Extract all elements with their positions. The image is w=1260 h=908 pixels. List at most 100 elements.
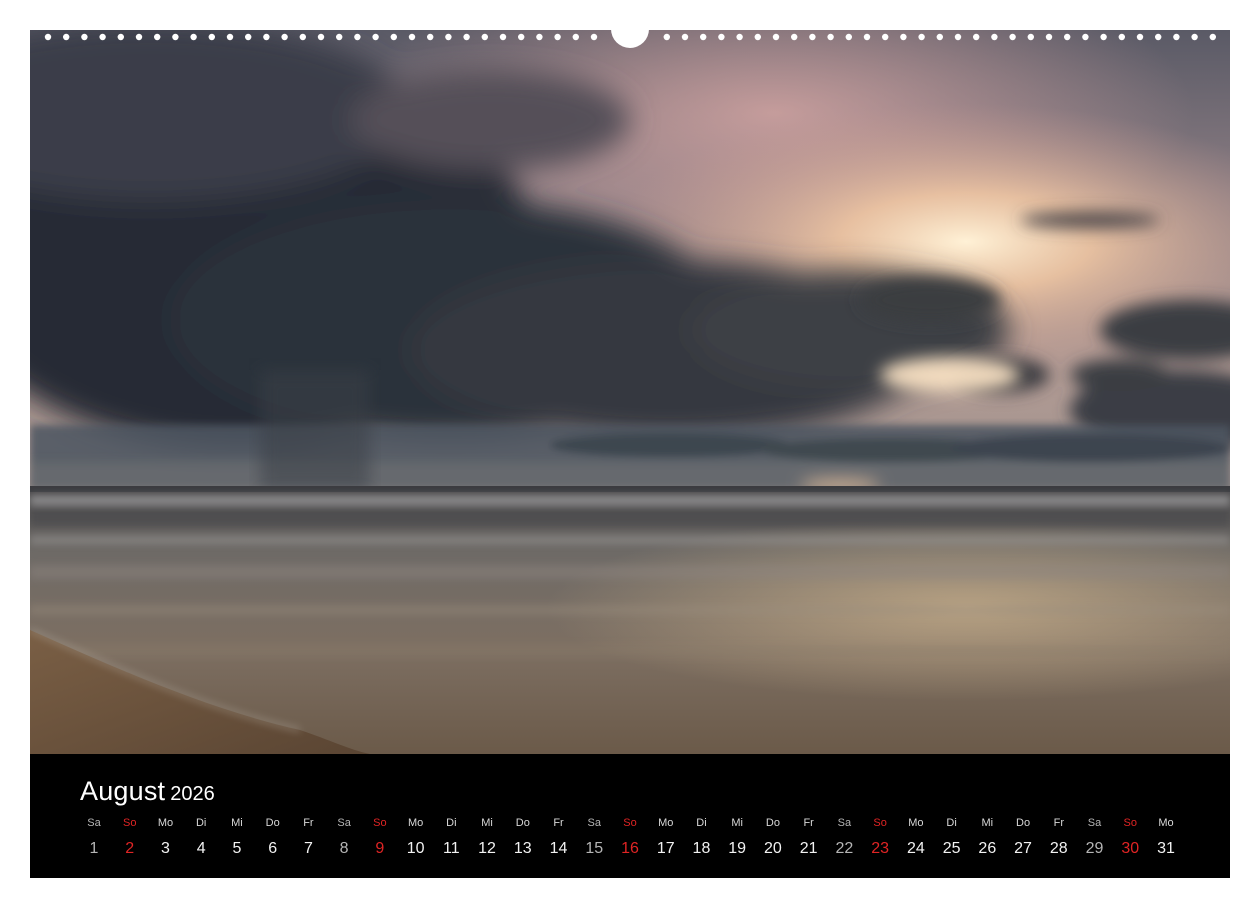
binding-hole <box>900 33 907 41</box>
day-cell: Di 25 <box>934 816 970 859</box>
weekday-label: So <box>873 817 887 829</box>
day-number: 27 <box>1014 840 1032 857</box>
day-number: 20 <box>764 840 782 857</box>
binding-hole <box>936 33 943 41</box>
binding-hole <box>445 33 452 41</box>
weekday-label: Sa <box>837 817 852 829</box>
binding-hole <box>845 33 852 41</box>
day-cell: Do 20 <box>755 816 791 859</box>
binding-hole <box>1155 33 1162 41</box>
day-cell: Sa 29 <box>1077 816 1113 859</box>
day-cell: Do 27 <box>1005 816 1041 859</box>
day-cell: Sa 22 <box>826 816 862 859</box>
binding-hole <box>973 33 980 41</box>
weekday-label: Fr <box>803 817 814 829</box>
month-name: August <box>80 776 166 806</box>
binding-hole <box>663 33 670 41</box>
weekday-label: So <box>1123 817 1137 829</box>
binding-hole <box>718 33 725 41</box>
binding-hole <box>736 33 743 41</box>
binding-hole <box>791 33 798 41</box>
weekday-label: Mo <box>1158 817 1174 829</box>
stormy-seascape-image <box>30 30 1230 754</box>
day-cell: Mo 3 <box>147 816 183 859</box>
binding-hole <box>408 33 416 41</box>
day-number: 8 <box>339 840 349 857</box>
binding-hole <box>1209 33 1217 41</box>
day-number: 21 <box>799 840 818 857</box>
day-number: 6 <box>268 840 278 857</box>
binding-hole <box>154 33 161 41</box>
weekday-label: Mo <box>407 817 424 829</box>
binding-hole <box>99 33 106 41</box>
binding-hole <box>882 33 889 41</box>
day-cell: Mo 10 <box>398 816 434 859</box>
day-number: 16 <box>621 840 639 857</box>
weekday-label: Mi <box>231 817 243 829</box>
binding-hole <box>863 33 871 41</box>
binding-hole <box>1027 33 1034 41</box>
binding-hole <box>263 33 270 41</box>
binding-hole <box>63 33 70 41</box>
day-cell: So 23 <box>862 816 898 859</box>
day-cell: Mi 19 <box>719 816 755 859</box>
day-row: Sa 1 So 2 Mo 3 Di 4 Mi 5 Do 6 Fr 7 Sa 8 So 9 Mo 10 Di 11 Mi 12 D… <box>76 816 1196 876</box>
weekday-label: Mi <box>731 817 743 829</box>
day-cell: Fr 14 <box>541 816 577 859</box>
calendar-strip: August 2026 Sa 1 So 2 Mo 3 Di 4 Mi 5 Do 6 Fr 7 Sa 8 So 9 Mo… <box>30 754 1230 878</box>
binding-hole <box>1100 33 1107 41</box>
weekday-label: Fr <box>553 817 564 829</box>
day-cell: So 30 <box>1112 816 1148 859</box>
binding-hole <box>44 33 52 41</box>
day-number: 4 <box>196 840 206 857</box>
binding-hole <box>1191 33 1198 41</box>
day-number: 2 <box>125 840 135 857</box>
binding-hole <box>1173 33 1180 41</box>
weekday-label: Di <box>946 817 957 829</box>
day-cell: So 9 <box>362 816 398 859</box>
binding-hole <box>135 33 143 41</box>
day-number: 15 <box>585 840 604 857</box>
day-cell: Mi 26 <box>969 816 1005 859</box>
day-number: 9 <box>375 840 385 857</box>
day-cell: So 2 <box>112 816 148 859</box>
day-cell: Mo 24 <box>898 816 934 859</box>
weekday-label: Di <box>446 817 457 829</box>
weekday-label: Mo <box>908 817 924 829</box>
binding-hole <box>336 33 343 41</box>
binding-hole <box>317 33 325 41</box>
day-number: 22 <box>835 840 854 857</box>
weekday-label: Fr <box>1053 817 1064 829</box>
binding-hole <box>1064 33 1071 41</box>
weekday-label: Sa <box>587 817 601 829</box>
weekday-label: Do <box>515 817 530 829</box>
binding-hole <box>299 33 306 41</box>
binding-hole <box>245 33 252 41</box>
day-cell: Sa 8 <box>326 816 362 859</box>
binding-hole <box>390 33 397 41</box>
day-number: 10 <box>406 840 425 857</box>
day-cell: Fr 28 <box>1041 816 1077 859</box>
binding-hole <box>499 33 507 41</box>
binding-hole <box>1118 33 1126 41</box>
weekday-label: Di <box>696 817 707 829</box>
binding-hole <box>681 33 689 41</box>
day-number: 1 <box>89 840 99 857</box>
day-cell: Fr 21 <box>791 816 827 859</box>
day-number: 3 <box>161 840 170 857</box>
binding-hole <box>554 33 561 41</box>
day-cell: Di 11 <box>433 816 469 859</box>
day-number: 26 <box>978 840 997 857</box>
day-cell: Mo 17 <box>648 816 684 859</box>
binding-hole <box>1082 33 1089 41</box>
binding-hole <box>208 33 215 41</box>
day-number: 17 <box>656 840 675 857</box>
day-number: 12 <box>478 840 496 857</box>
day-cell: Di 4 <box>183 816 219 859</box>
weekday-label: Sa <box>337 817 351 829</box>
day-cell: Do 6 <box>255 816 291 859</box>
day-cell: Mo 31 <box>1148 816 1184 859</box>
binding-hole <box>991 33 998 41</box>
day-number: 30 <box>1121 840 1140 857</box>
weekday-label: Mo <box>157 817 174 829</box>
